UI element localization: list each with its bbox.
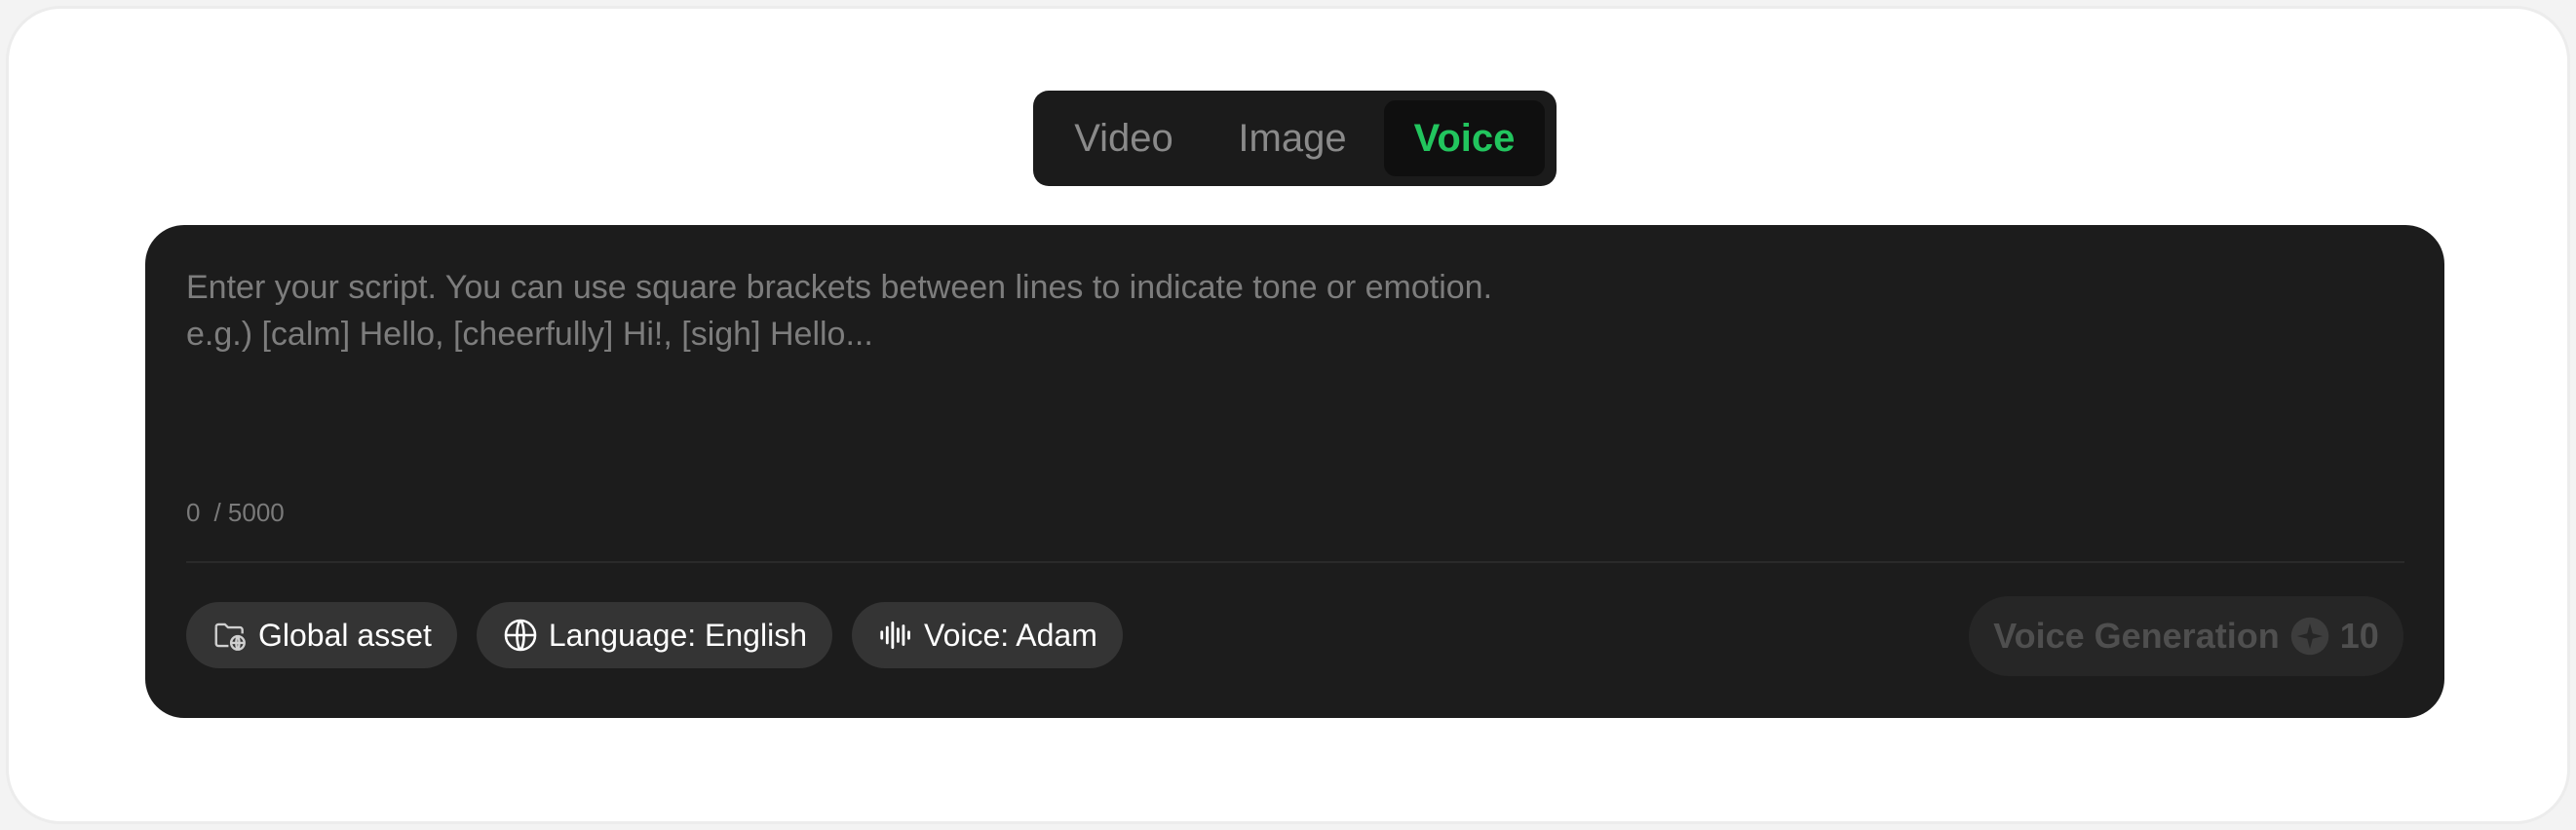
character-counter: 0 / 5000 bbox=[186, 498, 285, 528]
global-asset-label: Global asset bbox=[258, 617, 432, 653]
language-select[interactable]: Language: English bbox=[476, 602, 832, 668]
character-limit: / 5000 bbox=[213, 498, 285, 527]
voice-generation-button[interactable]: Voice Generation 10 bbox=[1969, 596, 2403, 676]
globe-icon bbox=[504, 619, 537, 652]
folder-globe-icon bbox=[214, 622, 246, 651]
credit-cost: 10 bbox=[2339, 616, 2379, 656]
mode-tabs: Video Image Voice bbox=[1033, 91, 1557, 186]
sparkle-icon bbox=[2290, 617, 2328, 656]
options-bar: Global asset Language: English Voice: Ad… bbox=[186, 602, 1123, 668]
tab-image[interactable]: Image bbox=[1207, 100, 1378, 176]
divider bbox=[186, 561, 2404, 563]
voice-generation-label: Voice Generation bbox=[1993, 616, 2280, 656]
global-asset-button[interactable]: Global asset bbox=[186, 602, 457, 668]
voice-panel: 0 / 5000 Global asset Language: Englis bbox=[145, 225, 2444, 718]
app-frame: Video Image Voice 0 / 5000 Global asset bbox=[6, 6, 2570, 824]
language-label: Language: English bbox=[548, 617, 807, 653]
voice-label: Voice: Adam bbox=[923, 617, 1097, 653]
character-count: 0 bbox=[186, 498, 201, 527]
waveform-icon bbox=[880, 621, 910, 650]
script-input[interactable] bbox=[186, 264, 2399, 449]
voice-select[interactable]: Voice: Adam bbox=[851, 602, 1123, 668]
tab-voice[interactable]: Voice bbox=[1384, 100, 1545, 176]
tab-video[interactable]: Video bbox=[1041, 100, 1207, 176]
